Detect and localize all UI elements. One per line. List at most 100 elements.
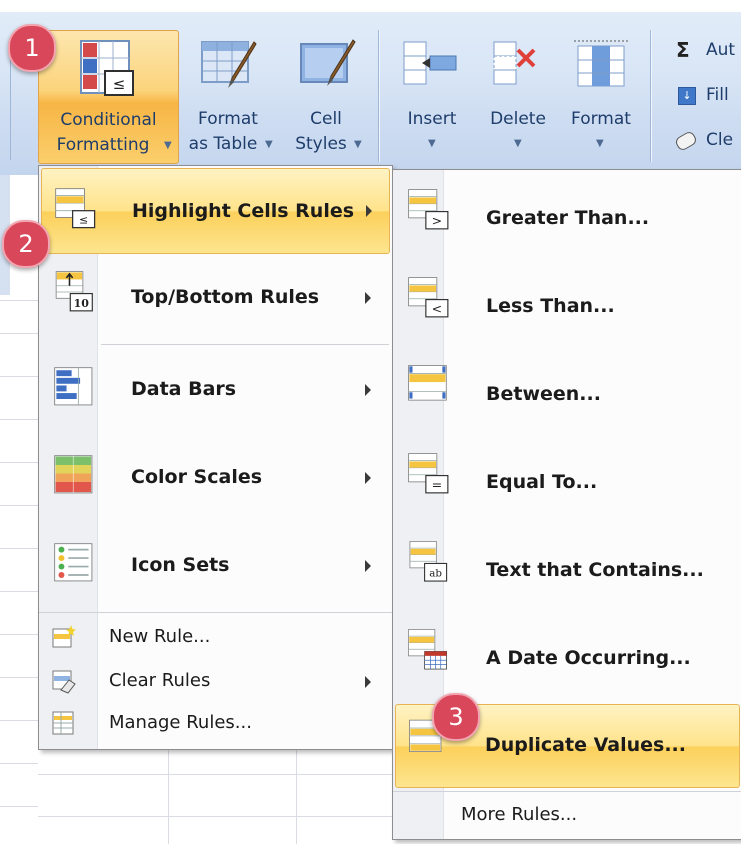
more-rules-label: More Rules... [461,804,578,825]
menu-item-equal-to[interactable]: = Equal To... [395,438,738,524]
menu-item-label: New Rule... [109,626,211,647]
menu-item-label: Equal To... [486,471,598,493]
eraser-icon [673,129,699,153]
menu-item-highlight-cells-rules[interactable]: ≤ Highlight Cells Rules [41,168,390,254]
menu-item-label: Icon Sets [131,554,230,576]
menu-item-label: A Date Occurring... [486,647,691,669]
grid-line [0,591,38,592]
cell-styles-label-1: Cell [310,109,342,129]
grid-line [0,462,38,463]
chevron-down-icon: ▼ [514,138,522,149]
menu-item-label: Duplicate Values... [485,734,686,756]
conditional-formatting-menu: ≤ Highlight Cells Rules 10 Top/Bottom Ru… [38,165,393,750]
menu-item-label: Clear Rules [109,670,211,691]
menu-item-less-than[interactable]: < Less Than... [395,262,738,348]
chevron-down-icon: ▼ [428,138,436,149]
highlight-cells-rules-submenu: > Greater Than... < Less Than... Between… [392,169,741,840]
text-contains-glyph: ab [429,568,442,580]
grid-line [0,376,38,377]
format-label: Format [571,109,631,129]
cell-styles-icon [300,39,356,86]
autosum-label: Aut [706,40,736,60]
menu-item-manage-rules[interactable]: Manage Rules... [41,704,388,744]
ribbon-group-separator [378,30,379,162]
equal-to-glyph: = [432,477,443,492]
menu-separator [393,791,741,792]
chevron-down-icon: ▼ [265,139,273,150]
conditional-formatting-label-2: Formatting [56,135,150,155]
top-bottom-icon: 10 [55,271,93,312]
menu-item-color-scales[interactable]: Color Scales [41,436,388,522]
cell-styles-label-2: Styles [295,134,347,154]
chevron-down-icon: ▼ [354,139,362,150]
delete-label: Delete [490,109,546,129]
conditional-formatting-icon: ≤ [80,40,134,96]
ribbon-group-separator [650,30,651,162]
chevron-down-icon: ▼ [596,138,604,149]
format-button[interactable]: Format ▼ [562,30,640,162]
greater-than-icon: > [408,189,449,230]
menu-item-between[interactable]: Between... [395,350,738,436]
grid-line [0,763,38,764]
insert-button[interactable]: Insert ▼ [392,30,472,162]
menu-item-greater-than[interactable]: > Greater Than... [395,174,738,260]
greater-than-glyph: > [432,213,443,228]
submenu-arrow-icon [365,676,371,688]
grid-line [0,300,38,301]
delete-button[interactable]: Delete ▼ [478,30,558,162]
fill-button[interactable]: ↓ Fill [672,83,741,111]
clear-rules-icon [52,670,76,694]
menu-item-top-bottom-rules[interactable]: 10 Top/Bottom Rules [41,256,388,342]
submenu-arrow-icon [365,384,371,396]
menu-separator [101,344,389,345]
menu-item-date-occurring[interactable]: A Date Occurring... [395,614,738,700]
equal-to-icon: = [408,453,449,494]
grid-line [0,806,38,807]
highlight-cells-icon: ≤ [55,188,96,229]
menu-item-label: Top/Bottom Rules [131,286,320,308]
chevron-down-icon: ▼ [164,140,172,151]
menu-item-new-rule[interactable]: New Rule... [41,618,388,658]
format-as-table-button[interactable]: Format as Table ▼ [178,30,278,162]
clear-button[interactable]: Cle [672,128,741,156]
grid-line [168,750,169,844]
conditional-formatting-button[interactable]: ≤ Conditional Formatting ▼ [38,30,179,164]
cell-styles-button[interactable]: Cell Styles ▼ [285,30,367,162]
grid-line [38,816,392,817]
step-badge-1: 1 [8,24,56,72]
menu-item-label: Text that Contains... [486,559,704,581]
fill-label: Fill [706,85,729,105]
menu-item-clear-rules[interactable]: Clear Rules [41,662,388,702]
grid-line [0,505,38,506]
menu-item-icon-sets[interactable]: Icon Sets [41,524,388,610]
svg-text:10: 10 [74,297,90,310]
delete-cells-icon [493,41,536,85]
data-bars-icon [54,367,93,406]
menu-item-label: Less Than... [486,295,615,317]
format-as-table-icon [201,41,257,88]
conditional-formatting-label-1: Conditional [60,110,157,130]
color-scales-icon [54,455,93,494]
new-rule-icon [52,625,76,648]
text-contains-icon: ab [409,541,448,582]
menu-item-label: Manage Rules... [109,712,252,733]
grid-line [0,720,38,721]
autosum-button[interactable]: Σ Aut [672,38,741,66]
menu-item-label: Data Bars [131,378,237,400]
icon-sets-icon [54,543,93,582]
menu-item-data-bars[interactable]: Data Bars [41,348,388,434]
manage-rules-icon [52,711,74,735]
grid-line [0,634,38,635]
worksheet-grid-bottom[interactable] [38,750,392,844]
submenu-arrow-icon [365,472,371,484]
grid-line [0,333,38,334]
menu-item-text-that-contains[interactable]: ab Text that Contains... [395,526,738,612]
menu-item-more-rules[interactable]: More Rules... [395,796,738,836]
menu-item-label: Greater Than... [486,207,650,229]
less-than-icon: < [408,277,449,318]
submenu-arrow-icon [365,292,371,304]
svg-text:≤: ≤ [79,213,88,226]
insert-label: Insert [407,109,457,129]
sigma-icon: Σ [676,38,690,62]
clear-label: Cle [706,130,734,150]
